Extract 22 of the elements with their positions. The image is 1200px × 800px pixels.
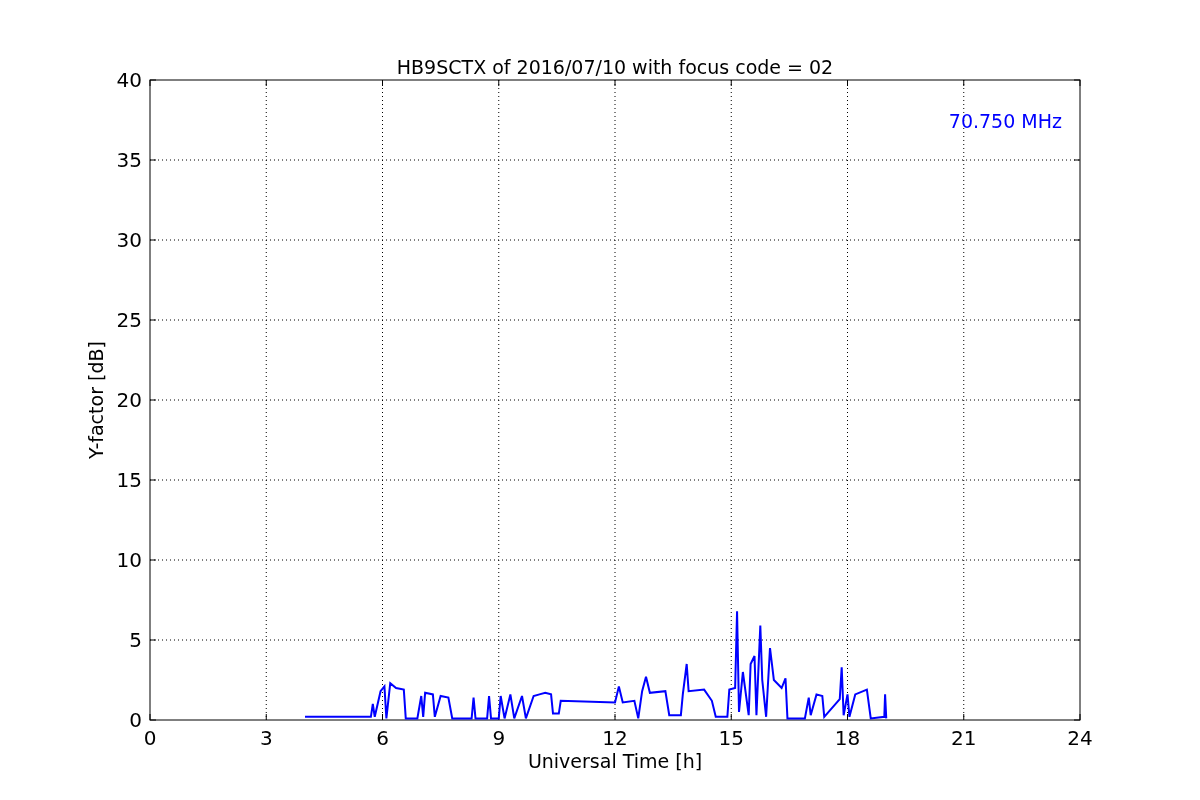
x-tick-label: 3 [259, 726, 273, 750]
y-tick-label: 5 [129, 628, 142, 652]
x-tick-label: 6 [376, 726, 389, 750]
x-tick-label: 24 [1067, 726, 1093, 750]
frequency-annotation: 70.750 MHz [948, 110, 1062, 132]
y-tick-label: 35 [116, 148, 142, 172]
x-tick-label: 0 [143, 726, 157, 750]
x-tick-label: 15 [718, 726, 744, 750]
y-tick-label: 25 [116, 308, 142, 332]
y-tick-label: 20 [116, 388, 142, 412]
y-tick-label: 30 [116, 228, 142, 252]
x-axis-label: Universal Time [h] [527, 750, 703, 772]
x-tick-label: 18 [834, 726, 861, 750]
x-tick-label: 21 [951, 726, 977, 750]
x-tick-label: 12 [602, 726, 628, 750]
y-tick-label: 15 [116, 468, 142, 492]
x-tick-label: 9 [492, 726, 506, 750]
y-tick-label: 10 [116, 548, 142, 572]
y-tick-label: 40 [116, 68, 142, 92]
chart-title: HB9SCTX of 2016/07/10 with focus code = 02 [396, 56, 834, 78]
y-axis-label: Y-factor [dB] [85, 341, 107, 459]
y-tick-label: 0 [129, 708, 142, 732]
